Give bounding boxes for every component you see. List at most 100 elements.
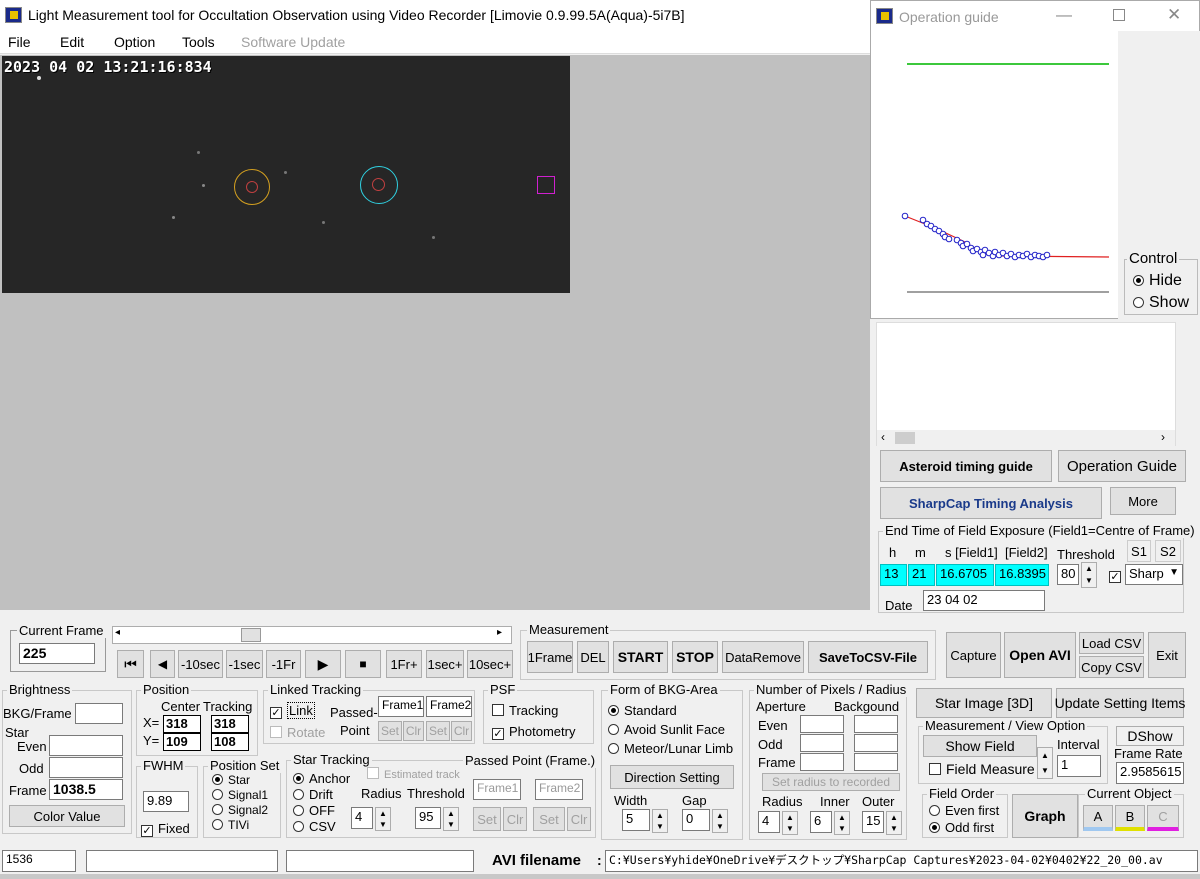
slider-thumb[interactable] — [241, 628, 261, 642]
width-spinner[interactable]: ▲ ▼ — [652, 809, 668, 833]
minimize-icon[interactable]: — — [1056, 7, 1072, 25]
s2-button[interactable]: S2 — [1155, 540, 1181, 562]
slider-right-icon[interactable]: ▸ — [497, 627, 502, 638]
object-a-button[interactable]: A — [1083, 805, 1113, 831]
back-1sec-button[interactable]: -1sec — [226, 650, 263, 678]
scroll-thumb[interactable] — [895, 432, 915, 444]
direction-setting-button[interactable]: Direction Setting — [610, 765, 734, 789]
slider-left-icon[interactable]: ◂ — [115, 627, 120, 638]
load-csv-button[interactable]: Load CSV — [1079, 632, 1144, 654]
psf-tracking-checkbox[interactable]: Tracking — [492, 703, 558, 718]
one-frame-button[interactable]: 1Frame — [527, 641, 573, 673]
minute-field[interactable]: 21 — [908, 564, 935, 586]
link-checkbox[interactable]: ✓ Link — [270, 702, 315, 719]
copy-csv-button[interactable]: Copy CSV — [1079, 656, 1144, 678]
radius-spinner[interactable]: ▲ ▼ — [782, 811, 798, 835]
object-b-button[interactable]: B — [1115, 805, 1145, 831]
threshold-input[interactable]: 80 — [1057, 564, 1079, 585]
field-measure-checkbox[interactable]: Field Measure — [929, 761, 1035, 777]
position-tivi-radio[interactable]: TIVi — [212, 818, 249, 832]
show-radio[interactable]: Show — [1133, 294, 1189, 312]
seconds-field1[interactable]: 16.6705 — [936, 564, 994, 586]
operation-guide-button[interactable]: Operation Guide — [1058, 450, 1186, 482]
hide-radio[interactable]: Hide — [1133, 272, 1182, 290]
aperture-a-circle[interactable] — [360, 166, 398, 204]
open-avi-button[interactable]: Open AVI — [1004, 632, 1076, 678]
first-frame-button[interactable]: ⏮ — [117, 650, 144, 678]
anchor-radio[interactable]: Anchor — [293, 771, 350, 786]
start-button[interactable]: START — [613, 641, 668, 673]
sharpcap-timing-button[interactable]: SharpCap Timing Analysis — [880, 487, 1102, 519]
horizontal-scrollbar[interactable]: ‹ › — [877, 430, 1175, 446]
video-frame[interactable]: 2023 04 02 13:21:16:834 — [2, 56, 570, 293]
step-back-button[interactable]: ◀ — [150, 650, 175, 678]
gap-input[interactable]: 0 — [682, 809, 710, 831]
gap-spinner[interactable]: ▲ ▼ — [712, 809, 728, 833]
photometry-checkbox[interactable]: ✓ Photometry — [492, 724, 575, 740]
forward-10sec-button[interactable]: 10sec+ — [467, 650, 513, 678]
drift-radio[interactable]: Drift — [293, 787, 333, 802]
radius-input[interactable]: 4 — [758, 811, 780, 833]
frame-slider[interactable]: ◂ ▸ — [112, 626, 512, 644]
stop-button[interactable]: STOP — [672, 641, 718, 673]
current-frame-input[interactable]: 225 — [19, 643, 95, 664]
width-input[interactable]: 5 — [622, 809, 650, 831]
seconds-field2[interactable]: 16.8395 — [995, 564, 1049, 586]
meteor-limb-radio[interactable]: Meteor/Lunar Limb — [608, 741, 733, 756]
update-settings-button[interactable]: Update Setting Items — [1055, 688, 1185, 718]
aperture-c-square[interactable] — [537, 176, 555, 194]
vertical-scrollbar[interactable] — [1176, 322, 1194, 446]
capture-button[interactable]: Capture — [946, 632, 1001, 678]
show-field-button[interactable]: Show Field — [923, 735, 1037, 757]
odd-first-radio[interactable]: Odd first — [929, 820, 994, 835]
data-remove-button[interactable]: DataRemove — [722, 641, 804, 673]
object-c-button[interactable]: C — [1147, 805, 1179, 831]
forward-1frame-button[interactable]: 1Fr+ — [386, 650, 422, 678]
close-icon[interactable]: ✕ — [1167, 5, 1181, 25]
st-radius-input[interactable]: 4 — [351, 807, 373, 829]
stop-playback-button[interactable]: ■ — [345, 650, 381, 678]
graph-button[interactable]: Graph — [1012, 794, 1078, 838]
interval-spinner[interactable]: ▲ ▼ — [1037, 747, 1053, 779]
aperture-b-circle[interactable] — [234, 169, 270, 205]
fwhm-fixed-checkbox[interactable]: ✓ Fixed — [141, 821, 190, 837]
maximize-icon[interactable] — [1113, 9, 1125, 21]
even-first-radio[interactable]: Even first — [929, 803, 999, 818]
date-field[interactable]: 23 04 02 — [923, 590, 1045, 611]
frame-rate-field[interactable]: 2.9585615 — [1116, 762, 1184, 784]
hour-field[interactable]: 13 — [880, 564, 907, 586]
scroll-right-icon[interactable]: › — [1161, 430, 1165, 444]
outer-spinner[interactable]: ▲ ▼ — [886, 811, 902, 835]
sharp-checkbox[interactable]: ✓ — [1109, 567, 1126, 583]
inner-input[interactable]: 6 — [810, 811, 832, 833]
menu-edit[interactable]: Edit — [60, 34, 84, 50]
off-radio[interactable]: OFF — [293, 803, 335, 818]
s1-button[interactable]: S1 — [1127, 540, 1151, 562]
position-signal1-radio[interactable]: Signal1 — [212, 788, 268, 802]
threshold-spinner[interactable]: ▲ ▼ — [1081, 562, 1097, 588]
asteroid-timing-guide-button[interactable]: Asteroid timing guide — [880, 450, 1052, 482]
menu-file[interactable]: File — [8, 34, 31, 50]
save-csv-button[interactable]: SaveToCSV-File — [808, 641, 928, 673]
exit-button[interactable]: Exit — [1148, 632, 1186, 678]
chevron-down-icon[interactable]: ▼ — [1169, 567, 1179, 578]
position-signal2-radio[interactable]: Signal2 — [212, 803, 268, 817]
dshow-button[interactable]: DShow — [1116, 726, 1184, 746]
st-threshold-spinner[interactable]: ▲ ▼ — [443, 807, 459, 831]
outer-input[interactable]: 15 — [862, 811, 884, 833]
csv-radio[interactable]: CSV — [293, 819, 336, 834]
interval-input[interactable]: 1 — [1057, 755, 1101, 777]
position-star-radio[interactable]: Star — [212, 773, 250, 787]
st-threshold-input[interactable]: 95 — [415, 807, 441, 829]
play-button[interactable]: ▶ — [305, 650, 341, 678]
st-radius-spinner[interactable]: ▲ ▼ — [375, 807, 391, 831]
scroll-left-icon[interactable]: ‹ — [881, 430, 885, 444]
menu-tools[interactable]: Tools — [182, 34, 215, 50]
menu-option[interactable]: Option — [114, 34, 155, 50]
standard-radio[interactable]: Standard — [608, 703, 677, 718]
star-image-3d-button[interactable]: Star Image [3D] — [916, 688, 1052, 718]
back-10sec-button[interactable]: -10sec — [178, 650, 223, 678]
avoid-sunlit-radio[interactable]: Avoid Sunlit Face — [608, 722, 725, 737]
inner-spinner[interactable]: ▲ ▼ — [834, 811, 850, 835]
sharp-select[interactable]: Sharp ▼ — [1125, 564, 1183, 585]
